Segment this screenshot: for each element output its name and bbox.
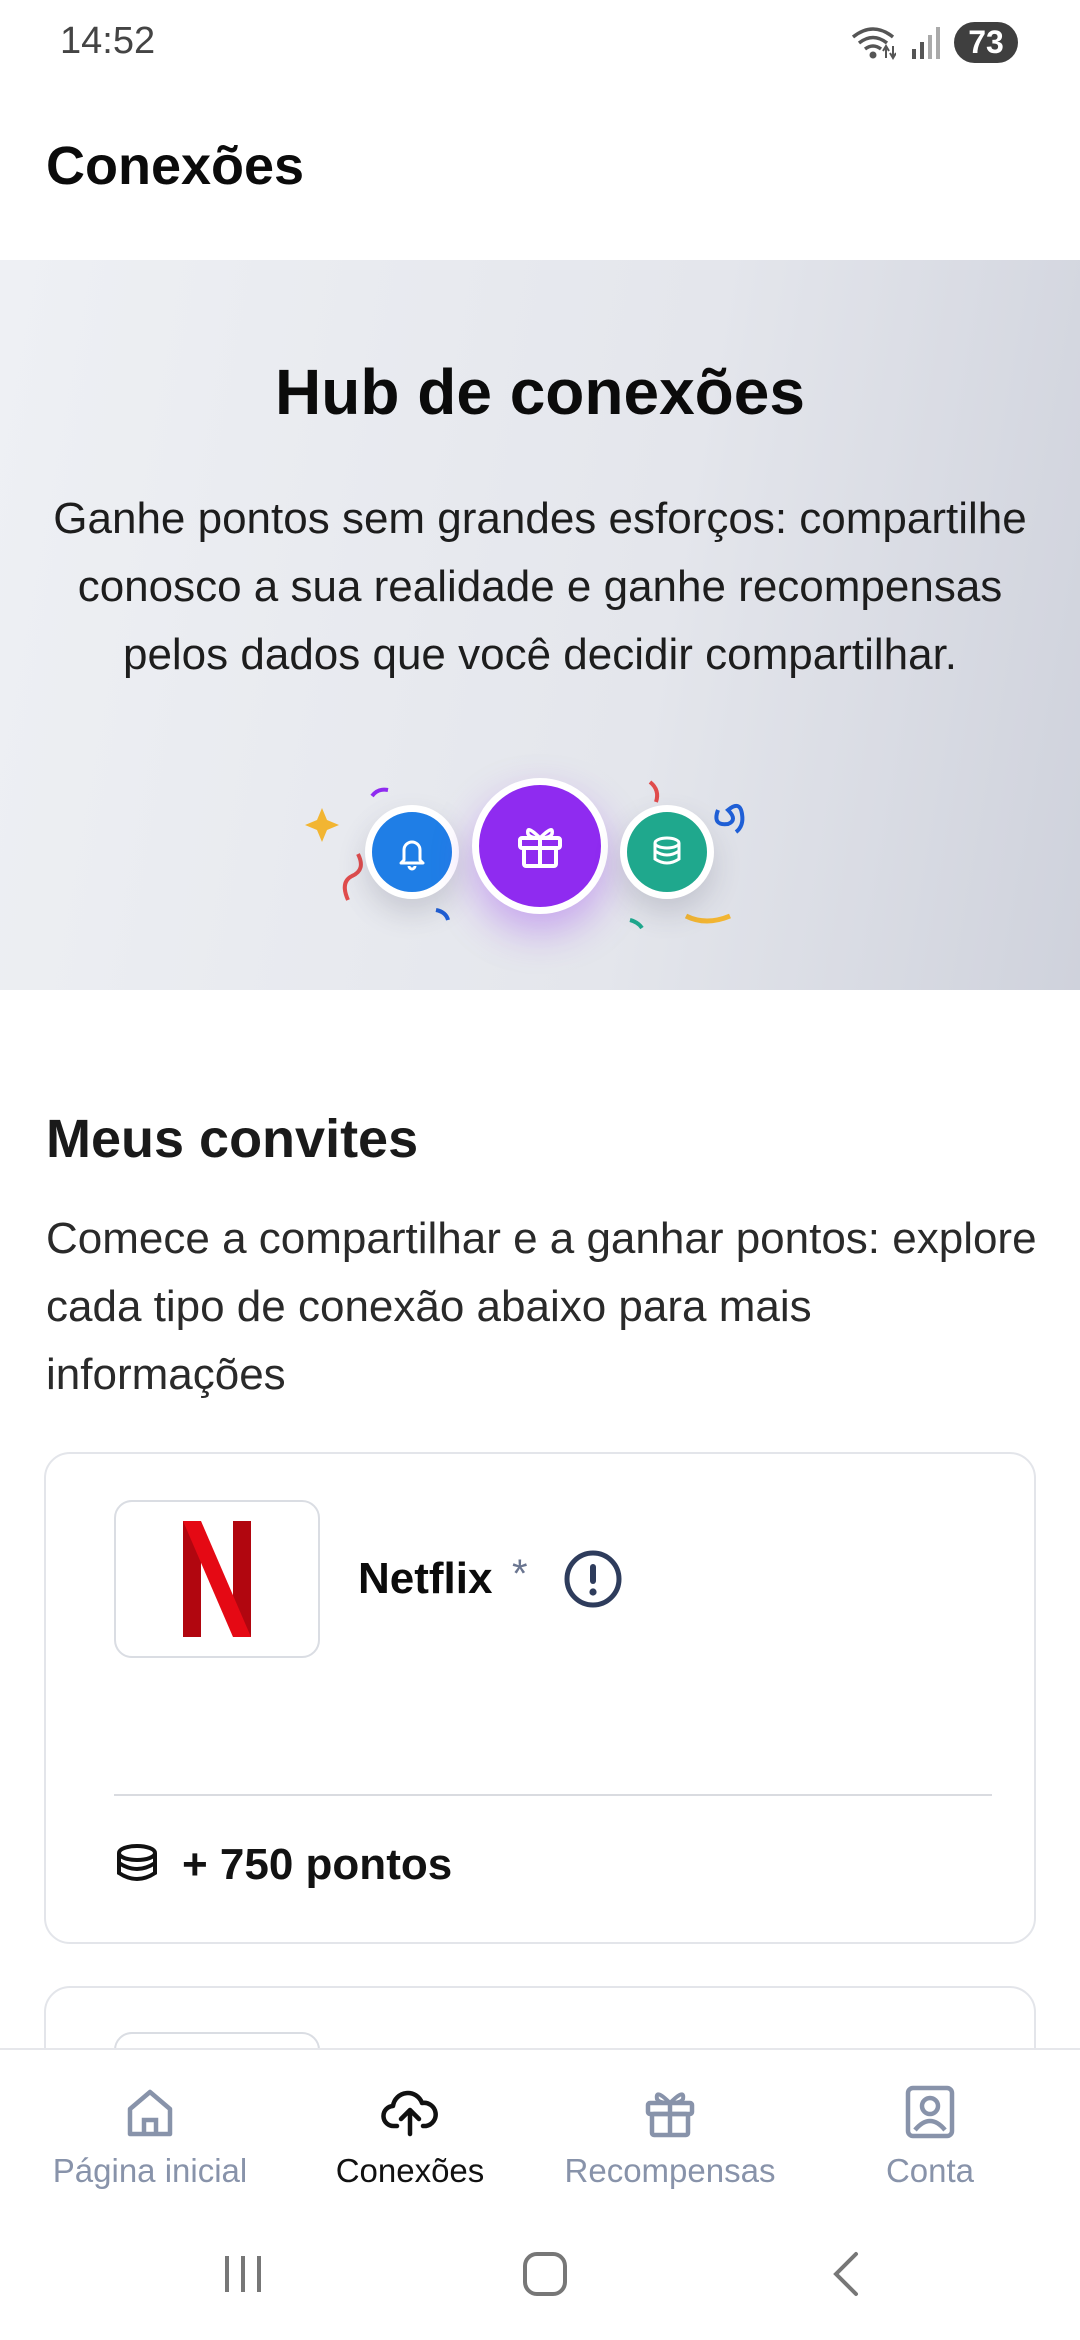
back-icon[interactable]	[818, 2244, 878, 2304]
connection-card-netflix[interactable]: Netflix * + 750 pontos	[44, 1452, 1036, 1944]
home-icon	[127, 2089, 173, 2137]
signal-icon	[912, 26, 940, 59]
battery-indicator: 73	[954, 22, 1018, 63]
hero-title: Hub de conexões	[275, 356, 805, 428]
status-bar: 14:52 73	[0, 0, 1080, 90]
status-icons: 73	[850, 22, 1018, 63]
nav-item-rewards[interactable]: Recompensas	[550, 2050, 790, 2200]
system-navigation-bar	[0, 2198, 1080, 2340]
netflix-logo	[114, 1500, 320, 1658]
nav-label-rewards: Recompensas	[564, 2152, 776, 2189]
nav-label-connections: Conexões	[335, 2152, 485, 2189]
wifi-icon	[851, 26, 896, 60]
card-points: + 750 pontos	[182, 1840, 453, 1889]
card-title: Netflix	[358, 1554, 493, 1603]
bell-icon	[399, 840, 425, 871]
coins-bubble	[620, 805, 714, 899]
gift-icon	[518, 828, 562, 868]
nav-item-home[interactable]: Página inicial	[40, 2050, 260, 2200]
info-alert-icon[interactable]	[562, 1548, 624, 1610]
nav-item-connections[interactable]: Conexões	[300, 2050, 520, 2200]
hero-illustration	[300, 760, 780, 960]
page-title: Conexões	[46, 136, 305, 196]
bell-bubble	[365, 805, 459, 899]
hero-banner: Hub de conexões Ganhe pontos sem grandes…	[0, 260, 1080, 990]
status-time: 14:52	[60, 20, 156, 62]
recent-apps-icon[interactable]	[213, 2244, 273, 2304]
section-description: Comece a compartilhar e a ganhar pontos:…	[46, 1214, 1037, 1399]
nav-label-home: Página inicial	[52, 2152, 248, 2189]
card-asterisk: *	[512, 1552, 528, 1596]
section-title: Meus convites	[46, 1109, 419, 1169]
nav-label-account: Conta	[885, 2152, 975, 2189]
gift-icon	[645, 2092, 695, 2138]
nav-item-account[interactable]: Conta	[830, 2050, 1030, 2200]
bottom-navigation: Página inicial Conexões Recompensas Cont…	[0, 2048, 1080, 2198]
coins-icon	[653, 836, 681, 865]
account-icon	[905, 2085, 955, 2139]
netflix-logo-icon	[183, 1521, 251, 1637]
coins-icon	[117, 1844, 157, 1881]
card-divider	[114, 1794, 992, 1796]
gift-bubble	[472, 778, 608, 914]
cloud-upload-icon	[381, 2090, 438, 2137]
hero-description: Ganhe pontos sem grandes esforços: compa…	[53, 494, 1027, 679]
home-button-icon[interactable]	[515, 2244, 575, 2304]
